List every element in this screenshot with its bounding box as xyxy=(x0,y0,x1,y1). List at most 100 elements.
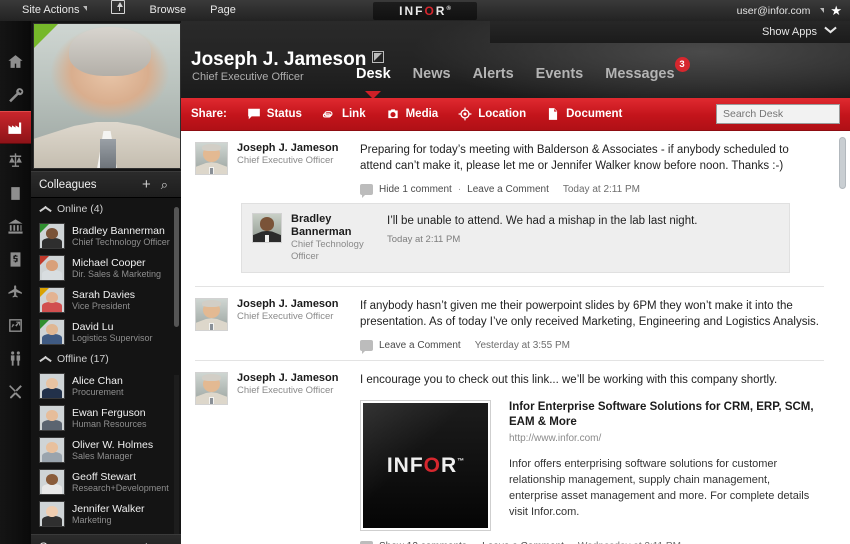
tab-desk[interactable]: Desk xyxy=(356,66,391,82)
sidebar-scrollbar-thumb[interactable] xyxy=(174,207,179,327)
list-item[interactable]: Oliver W. Holmes Sales Manager xyxy=(31,434,181,466)
sidebar-scroll-track[interactable] xyxy=(174,375,179,534)
list-item[interactable]: Sarah Davies Vice President xyxy=(31,284,181,316)
post-author-block: Joseph J. Jameson Chief Executive Officer xyxy=(195,142,360,195)
rail-item-analytics-chart[interactable] xyxy=(0,309,31,342)
page-tab[interactable]: Page xyxy=(198,0,248,21)
link-url[interactable]: http://www.infor.com/ xyxy=(509,433,820,444)
share-link-button[interactable]: Link xyxy=(312,107,376,121)
rail-item-wrench[interactable] xyxy=(0,78,31,111)
document-icon xyxy=(549,108,558,120)
list-item[interactable]: David Lu Logistics Supervisor xyxy=(31,316,181,348)
chevron-down-icon xyxy=(820,8,825,13)
site-actions-menu[interactable]: Site Actions xyxy=(10,0,99,21)
avatar[interactable] xyxy=(195,142,228,175)
avatar xyxy=(39,405,65,431)
messages-badge: 3 xyxy=(674,57,690,72)
colleague-info: Ewan Ferguson Human Resources xyxy=(72,407,147,430)
toggle-comments-link[interactable]: Leave a Comment xyxy=(379,340,461,351)
post-body: If anybody hasn’t given me their powerpo… xyxy=(360,298,820,354)
application-window: Site Actions Browse Page INFOR® user@inf… xyxy=(0,0,850,544)
rail-item-airplane[interactable] xyxy=(0,276,31,309)
avatar-body xyxy=(41,451,63,462)
rail-item-people[interactable] xyxy=(0,342,31,375)
navigate-up-button[interactable] xyxy=(99,0,137,22)
infor-logo: INFOR™ xyxy=(387,454,464,478)
chevron-down-icon xyxy=(83,6,88,11)
rail-item-clipboard[interactable] xyxy=(0,177,31,210)
search-input[interactable] xyxy=(723,108,850,120)
avatar-shirt xyxy=(264,234,270,242)
link-preview-card[interactable]: INFOR™ Infor Enterprise Software Solution… xyxy=(360,400,820,531)
avatar-body xyxy=(41,483,63,494)
colleague-name: Sarah Davies xyxy=(72,288,136,301)
post-text: I encourage you to check out this link..… xyxy=(360,374,778,386)
share-status-button[interactable]: Status xyxy=(237,107,312,121)
post-timestamp: Today at 2:11 PM xyxy=(562,184,640,195)
rail-item-tools[interactable] xyxy=(0,375,31,408)
avatar[interactable] xyxy=(252,213,282,243)
comment-timestamp: Today at 2:11 PM xyxy=(387,234,461,245)
offline-group-header[interactable]: Offline (17) xyxy=(31,348,181,370)
colleagues-list[interactable]: Online (4) Bradley Bannerman Chief Techno… xyxy=(31,198,181,534)
list-item[interactable]: Geoff Stewart Research+Development xyxy=(31,466,181,498)
post-author-name[interactable]: Joseph J. Jameson xyxy=(237,142,339,155)
photo-hair xyxy=(69,26,151,76)
colleague-name: David Lu xyxy=(72,320,114,333)
colleague-info: Geoff Stewart Research+Development xyxy=(72,471,169,494)
list-item[interactable]: Alice Chan Procurement xyxy=(31,370,181,402)
share-document-button[interactable]: Document xyxy=(536,107,632,121)
leave-comment-link[interactable]: Leave a Comment xyxy=(467,184,549,195)
user-email-menu[interactable]: user@infor.com xyxy=(737,5,811,17)
share-label: Share: xyxy=(191,108,227,120)
profile-role: Chief Executive Officer xyxy=(192,71,304,83)
list-item[interactable]: Jennifer Walker Marketing xyxy=(31,498,181,530)
list-item[interactable]: Ewan Ferguson Human Resources xyxy=(31,402,181,434)
share-location-button[interactable]: Location xyxy=(448,107,536,121)
logo-text-o: O xyxy=(423,453,441,477)
list-item[interactable]: Bradley Bannerman Chief Technology Office… xyxy=(31,220,181,252)
list-item[interactable]: Michael Cooper Dir. Sales & Marketing xyxy=(31,252,181,284)
search-colleagues-icon[interactable]: ⌕ xyxy=(156,178,173,191)
sidebar-profile-photo[interactable] xyxy=(33,23,181,169)
browse-tab[interactable]: Browse xyxy=(137,0,198,21)
logo-trademark: ® xyxy=(446,5,451,12)
rail-item-home[interactable] xyxy=(0,45,31,78)
online-group-header[interactable]: Online (4) xyxy=(31,198,181,220)
avatar xyxy=(39,373,65,399)
avatar[interactable] xyxy=(195,372,228,405)
navigate-up-icon xyxy=(111,0,126,14)
tab-label: Alerts xyxy=(472,66,514,82)
tab-alerts[interactable]: Alerts xyxy=(473,66,514,82)
avatar-body xyxy=(41,419,63,430)
add-group-button[interactable]: + xyxy=(137,540,156,544)
main-content: Joseph J. Jameson Chief Executive Office… xyxy=(181,21,850,544)
tab-events[interactable]: Events xyxy=(536,66,584,82)
rail-item-finance-document[interactable] xyxy=(0,243,31,276)
show-apps-bar[interactable]: Show Apps xyxy=(490,21,850,43)
tab-news[interactable]: News xyxy=(413,66,451,82)
share-media-button[interactable]: Media xyxy=(376,107,449,121)
post-author-meta: Joseph J. Jameson Chief Executive Officer xyxy=(237,298,339,351)
toggle-comments-link[interactable]: Hide 1 comment xyxy=(379,184,452,195)
comment-author-name[interactable]: Bradley Bannerman xyxy=(291,213,387,239)
tab-messages[interactable]: Messages 3 xyxy=(605,57,690,82)
favorite-star-icon[interactable]: ★ xyxy=(830,4,842,17)
rail-item-manufacturing[interactable] xyxy=(0,111,31,144)
link-thumbnail[interactable]: INFOR™ xyxy=(360,400,491,531)
colleague-info: David Lu Logistics Supervisor xyxy=(72,321,153,344)
comment-icon[interactable] xyxy=(360,340,373,354)
rail-item-bank[interactable] xyxy=(0,210,31,243)
link-title[interactable]: Infor Enterprise Software Solutions for … xyxy=(509,400,820,430)
add-colleague-button[interactable]: + xyxy=(137,177,156,192)
search-desk-box[interactable]: ⚲ xyxy=(716,104,850,124)
top-chrome-bar: Site Actions Browse Page INFOR® user@inf… xyxy=(0,0,850,21)
activity-feed[interactable]: Joseph J. Jameson Chief Executive Officer… xyxy=(181,131,850,544)
colleague-info: Oliver W. Holmes Sales Manager xyxy=(72,439,153,462)
rail-item-scales[interactable] xyxy=(0,144,31,177)
avatar[interactable] xyxy=(195,298,228,331)
comment-icon[interactable] xyxy=(360,184,373,198)
post-author-name[interactable]: Joseph J. Jameson xyxy=(237,298,339,311)
post-author-name[interactable]: Joseph J. Jameson xyxy=(237,372,339,385)
avatar-body xyxy=(41,301,63,312)
